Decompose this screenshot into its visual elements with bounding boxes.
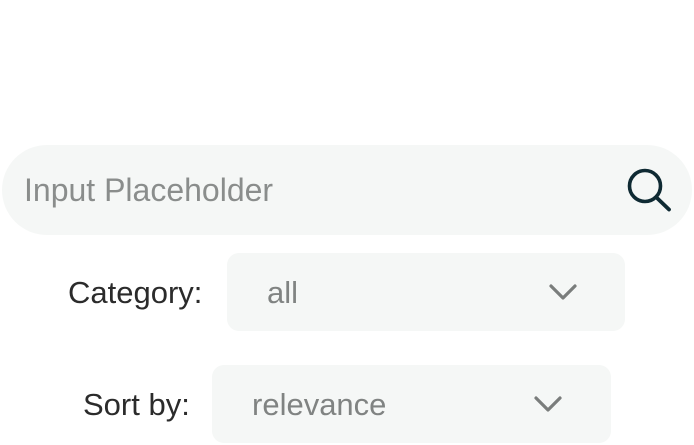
search-bar	[2, 145, 692, 235]
search-input[interactable]	[24, 145, 614, 235]
sort-select[interactable]: relevance	[212, 365, 611, 443]
search-icon[interactable]	[624, 166, 674, 214]
sort-selected-value: relevance	[252, 387, 387, 422]
category-select[interactable]: all	[227, 253, 625, 331]
category-label: Category:	[68, 275, 203, 310]
chevron-down-icon	[532, 390, 564, 418]
sort-label: Sort by:	[83, 387, 190, 422]
category-selected-value: all	[267, 275, 299, 310]
chevron-down-icon	[547, 278, 579, 306]
